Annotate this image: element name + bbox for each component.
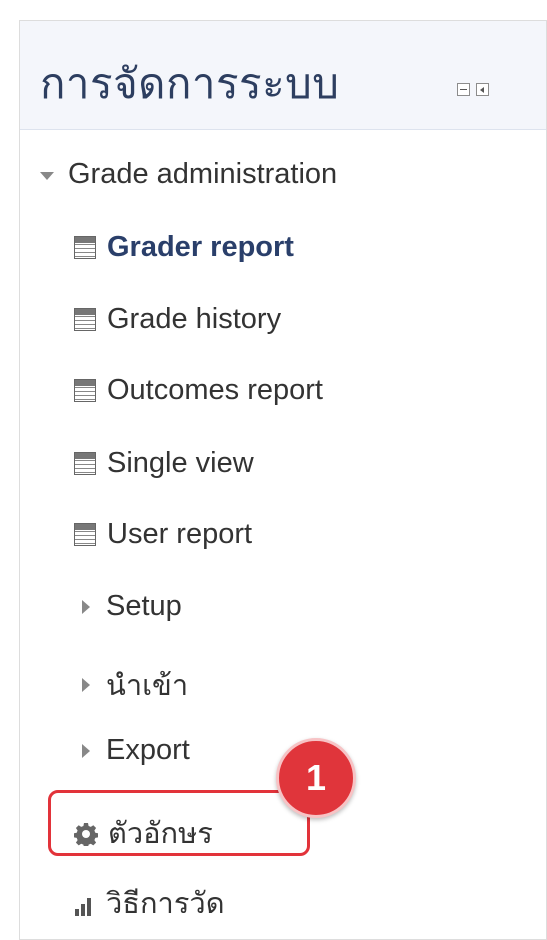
nav-item-label: นำเข้า: [106, 670, 189, 702]
nav-item-grader-report[interactable]: Grader report: [74, 231, 294, 264]
nav-section-export[interactable]: Export: [82, 734, 190, 767]
nav-item-scales[interactable]: วิธีการวัด: [74, 880, 225, 926]
nav-item-label: Grade history: [107, 303, 282, 335]
block-title: การจัดการระบบ: [40, 59, 340, 108]
nav-item-single-view[interactable]: Single view: [74, 447, 254, 480]
nav-item-grade-history[interactable]: Grade history: [74, 303, 281, 336]
nav-section-setup[interactable]: Setup: [82, 590, 182, 623]
caret-down-icon: [40, 172, 54, 180]
section-label: Grade administration: [68, 158, 338, 190]
nav-item-label: User report: [107, 518, 253, 550]
nav-item-label: Outcomes report: [107, 374, 323, 406]
nav-item-label: Export: [106, 734, 190, 766]
report-icon: [74, 308, 96, 331]
nav-item-label: Grader report: [107, 231, 294, 263]
nav-section-import[interactable]: นำเข้า: [82, 662, 188, 708]
report-icon: [74, 523, 96, 546]
nav-item-user-report[interactable]: User report: [74, 518, 252, 551]
bar-chart-icon: [74, 892, 96, 916]
dock-left-icon[interactable]: [476, 83, 489, 96]
caret-right-icon: [82, 599, 90, 614]
nav-item-outcomes-report[interactable]: Outcomes report: [74, 374, 323, 407]
report-icon: [74, 379, 96, 402]
caret-right-icon: [82, 743, 90, 758]
report-icon: [74, 236, 96, 259]
nav-item-label: Single view: [107, 447, 254, 479]
nav-section-grade-administration[interactable]: Grade administration: [40, 158, 337, 191]
caret-right-icon: [82, 678, 90, 692]
report-icon: [74, 452, 96, 475]
step-number-badge: 1: [276, 738, 356, 818]
nav-item-label: Setup: [106, 590, 182, 622]
highlight-box: [48, 790, 310, 856]
nav-item-label: วิธีการวัด: [106, 888, 225, 920]
minus-square-icon[interactable]: [457, 83, 470, 96]
block-header: การจัดการระบบ: [20, 21, 546, 130]
